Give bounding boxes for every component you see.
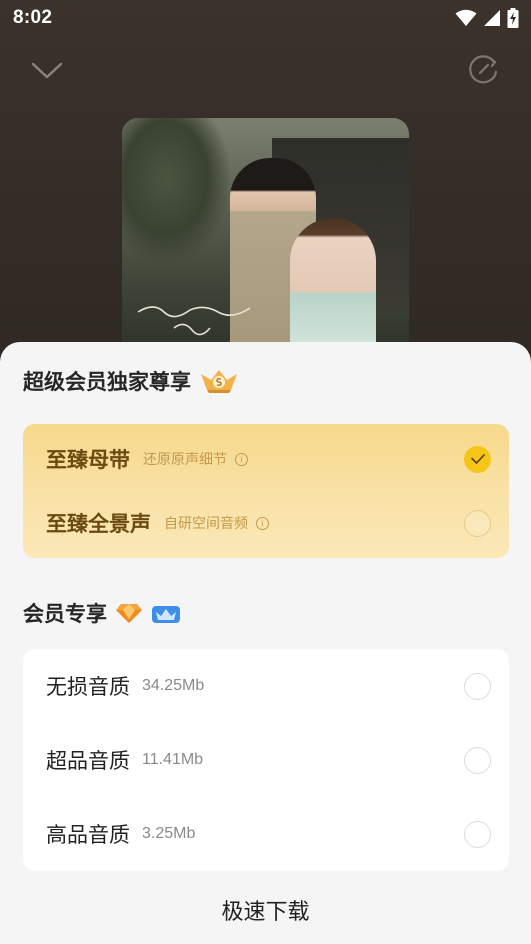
- status-time: 8:02: [13, 7, 53, 28]
- wifi-icon: [455, 9, 477, 26]
- chevron-down-icon[interactable]: [28, 54, 66, 84]
- info-icon[interactable]: i: [235, 452, 248, 466]
- option-atmos-spatial[interactable]: 至臻全景声 自研空间音频 i: [23, 490, 509, 556]
- option-high-quality[interactable]: 高品音质 3.25Mb: [23, 797, 509, 871]
- vip-section-title-text: 会员专享: [23, 602, 107, 626]
- svip-options-card: 至臻母带 还原原声细节 i 至臻全景声 自研空间音频 i: [23, 424, 509, 558]
- radio-checked[interactable]: [464, 445, 491, 473]
- album-cover[interactable]: [122, 118, 409, 358]
- info-icon[interactable]: i: [256, 516, 269, 530]
- option-label: 超品音质: [46, 749, 130, 773]
- radio-unchecked[interactable]: [464, 820, 491, 848]
- option-label: 至臻母带: [46, 448, 130, 472]
- vip-options-card: 无损音质 34.25Mb 超品音质 11.41Mb 高品音质 3.25Mb: [23, 649, 509, 871]
- battery-charging-icon: [507, 8, 519, 28]
- option-lossless[interactable]: 无损音质 34.25Mb: [23, 649, 509, 723]
- option-file-size: 34.25Mb: [142, 677, 205, 694]
- status-bar: 8:02: [0, 0, 531, 36]
- svip-section-title-text: 超级会员独家尊享: [23, 370, 191, 394]
- status-icons: [455, 8, 519, 28]
- radio-unchecked[interactable]: [464, 746, 491, 774]
- radio-unchecked[interactable]: [464, 672, 491, 700]
- svip-badge-icon: [201, 370, 237, 393]
- signal-icon: [484, 10, 500, 26]
- option-label: 至臻全景声: [46, 512, 151, 536]
- fast-download-button[interactable]: 极速下载: [0, 890, 531, 930]
- cover-signature-logo: [137, 306, 251, 336]
- option-label: 无损音质: [46, 675, 130, 699]
- radio-unchecked[interactable]: [464, 509, 491, 537]
- option-super-quality[interactable]: 超品音质 11.41Mb: [23, 723, 509, 797]
- option-file-size: 11.41Mb: [142, 751, 204, 768]
- check-icon: [470, 454, 485, 464]
- svip-section-title: 超级会员独家尊享: [23, 366, 239, 396]
- refresh-icon[interactable]: [467, 52, 501, 86]
- diamond-icon: [116, 604, 142, 623]
- option-subtitle: 还原原声细节: [143, 452, 227, 468]
- fast-download-label: 极速下载: [221, 900, 310, 925]
- option-file-size: 3.25Mb: [142, 825, 196, 842]
- cover-tree: [122, 118, 232, 268]
- option-subtitle: 自研空间音频: [164, 516, 248, 532]
- download-quality-sheet: 超级会员独家尊享 至臻母带 还原原声细节 i 至臻全景声 自研空间音频 i 会员…: [0, 342, 531, 944]
- cover-figure-girl: [290, 218, 376, 358]
- vip-crown-icon: [152, 606, 180, 623]
- vip-section-title: 会员专享: [23, 598, 181, 628]
- option-master-tape[interactable]: 至臻母带 还原原声细节 i: [23, 426, 509, 492]
- option-label: 高品音质: [46, 823, 130, 847]
- player-top-nav: [0, 50, 531, 90]
